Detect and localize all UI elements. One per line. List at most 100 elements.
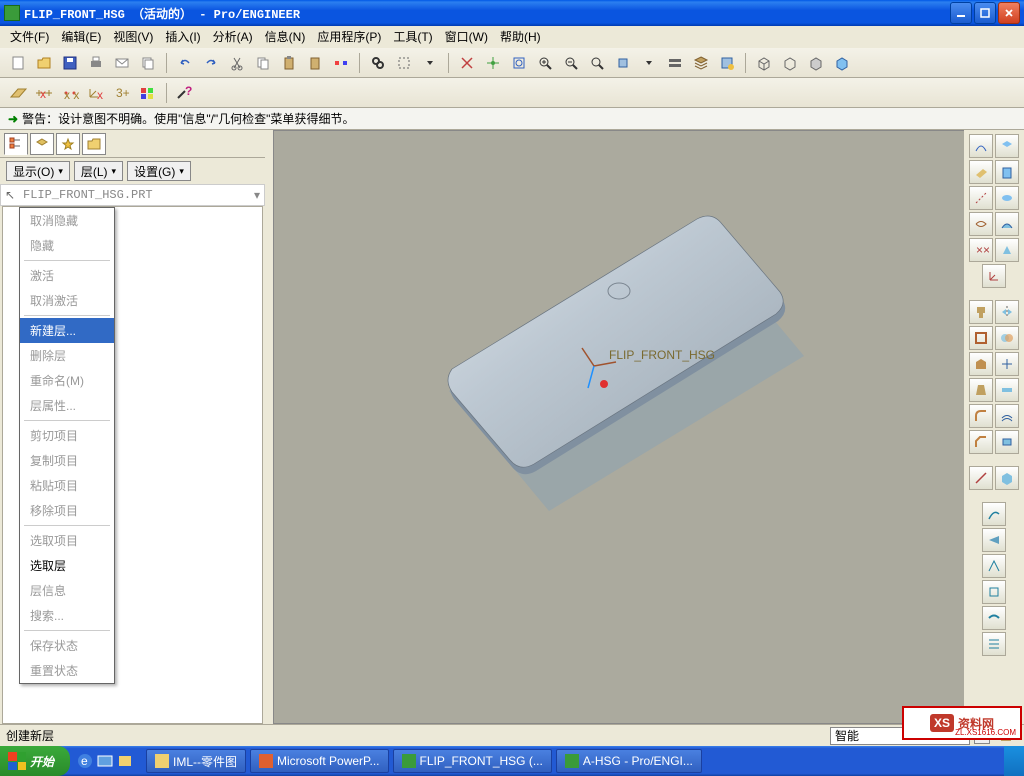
cm-select-item[interactable]: 选取项目 xyxy=(20,528,114,553)
cm-search[interactable]: 搜索... xyxy=(20,603,114,628)
rt-csys[interactable] xyxy=(982,264,1006,288)
print-button[interactable] xyxy=(84,51,108,75)
rt-axis[interactable] xyxy=(969,186,993,210)
rt-style3[interactable] xyxy=(982,554,1006,578)
layer-tree-area[interactable]: 取消隐藏 隐藏 激活 取消激活 新建层... 删除层 重命名(M) 层属性...… xyxy=(2,206,263,724)
cm-unhide[interactable]: 取消隐藏 xyxy=(20,208,114,233)
wireframe-button[interactable] xyxy=(752,51,776,75)
rt-blend[interactable] xyxy=(995,238,1019,262)
menu-window[interactable]: 窗口(W) xyxy=(439,26,494,47)
tab-model-tree[interactable] xyxy=(4,133,28,155)
refit-button[interactable] xyxy=(507,51,531,75)
redo-button[interactable] xyxy=(199,51,223,75)
rt-mirror[interactable] xyxy=(995,300,1019,324)
hidden-button[interactable] xyxy=(778,51,802,75)
layer-dropdown[interactable]: 层(L)▾ xyxy=(74,161,123,181)
cut-button[interactable] xyxy=(225,51,249,75)
annotation-button[interactable]: 3+ xyxy=(110,81,134,105)
email-button[interactable] xyxy=(110,51,134,75)
rt-thicken[interactable] xyxy=(995,430,1019,454)
menu-edit[interactable]: 编辑(E) xyxy=(55,26,107,47)
rt-round[interactable] xyxy=(969,404,993,428)
task-item-4[interactable]: A-HSG - Pro/ENGI... xyxy=(556,749,702,773)
rt-extrude[interactable] xyxy=(995,160,1019,184)
menu-insert[interactable]: 插入(I) xyxy=(159,26,206,47)
nohidden-button[interactable] xyxy=(804,51,828,75)
rt-trim[interactable] xyxy=(995,352,1019,376)
rt-rib[interactable] xyxy=(969,352,993,376)
datum-csys-button[interactable]: x xyxy=(84,81,108,105)
rt-point[interactable]: ×× xyxy=(969,238,993,262)
menu-app[interactable]: 应用程序(P) xyxy=(311,26,387,47)
cm-copy[interactable]: 复制项目 xyxy=(20,448,114,473)
tab-folder[interactable] xyxy=(82,133,106,155)
settings-dropdown[interactable]: 设置(G)▾ xyxy=(127,161,191,181)
rt-style1[interactable] xyxy=(982,502,1006,526)
regen-button[interactable] xyxy=(329,51,353,75)
menu-info[interactable]: 信息(N) xyxy=(259,26,312,47)
layers-button[interactable] xyxy=(689,51,713,75)
task-item-1[interactable]: IML--零件图 xyxy=(146,749,246,773)
task-item-2[interactable]: Microsoft PowerP... xyxy=(250,749,388,773)
rt-box1[interactable] xyxy=(995,134,1019,158)
undo-button[interactable] xyxy=(173,51,197,75)
menu-help[interactable]: 帮助(H) xyxy=(494,26,547,47)
rt-sketch[interactable] xyxy=(969,466,993,490)
zoom-in-button[interactable] xyxy=(533,51,557,75)
rt-chamfer[interactable] xyxy=(969,430,993,454)
rt-solidify[interactable] xyxy=(995,466,1019,490)
rt-revolve[interactable] xyxy=(995,186,1019,210)
shaded-button[interactable] xyxy=(830,51,854,75)
system-tray[interactable] xyxy=(1004,746,1024,776)
paste-button[interactable] xyxy=(277,51,301,75)
select-dropdown[interactable] xyxy=(418,51,442,75)
copy-button[interactable] xyxy=(136,51,160,75)
rt-style4[interactable] xyxy=(982,580,1006,604)
rt-curve2[interactable] xyxy=(969,212,993,236)
cm-paste[interactable]: 粘贴项目 xyxy=(20,473,114,498)
cm-select-layer[interactable]: 选取层 xyxy=(20,553,114,578)
help-button[interactable]: ? xyxy=(173,81,197,105)
repaint-button[interactable] xyxy=(585,51,609,75)
color-button[interactable] xyxy=(136,81,160,105)
ql-explorer-icon[interactable] xyxy=(116,752,134,770)
task-item-3[interactable]: FLIP_FRONT_HSG (... xyxy=(393,749,552,773)
tab-favorites[interactable] xyxy=(56,133,80,155)
rt-merge[interactable] xyxy=(995,326,1019,350)
rt-style5[interactable] xyxy=(982,606,1006,630)
rt-curve1[interactable] xyxy=(969,134,993,158)
cm-delete-layer[interactable]: 删除层 xyxy=(20,343,114,368)
cm-deactivate[interactable]: 取消激活 xyxy=(20,288,114,313)
cm-remove[interactable]: 移除项目 xyxy=(20,498,114,523)
spin-center-button[interactable] xyxy=(481,51,505,75)
find-button[interactable] xyxy=(366,51,390,75)
cm-rename[interactable]: 重命名(M) xyxy=(20,368,114,393)
rt-plane[interactable] xyxy=(969,160,993,184)
ql-desktop-icon[interactable] xyxy=(96,752,114,770)
view-dropdown[interactable] xyxy=(637,51,661,75)
datum-axis-button[interactable]: x xyxy=(32,81,56,105)
cm-activate[interactable]: 激活 xyxy=(20,263,114,288)
select-button[interactable] xyxy=(392,51,416,75)
start-button[interactable]: 开始 xyxy=(0,746,70,776)
new-button[interactable] xyxy=(6,51,30,75)
save-button[interactable] xyxy=(58,51,82,75)
cm-reset-state[interactable]: 重置状态 xyxy=(20,658,114,683)
rt-sweep[interactable] xyxy=(995,212,1019,236)
file-input[interactable] xyxy=(23,186,250,204)
ql-ie-icon[interactable]: e xyxy=(76,752,94,770)
rt-extend[interactable] xyxy=(995,378,1019,402)
cm-cut[interactable]: 剪切项目 xyxy=(20,423,114,448)
datum-point-button[interactable]: x x xyxy=(58,81,82,105)
maximize-button[interactable] xyxy=(974,2,996,24)
rt-style2[interactable] xyxy=(982,528,1006,552)
show-dropdown[interactable]: 显示(O)▾ xyxy=(6,161,70,181)
close-button[interactable] xyxy=(998,2,1020,24)
menu-file[interactable]: 文件(F) xyxy=(4,26,55,47)
show-csys-button[interactable] xyxy=(455,51,479,75)
rt-offset[interactable] xyxy=(995,404,1019,428)
zoom-out-button[interactable] xyxy=(559,51,583,75)
view-mgr-button[interactable] xyxy=(715,51,739,75)
cm-properties[interactable]: 层属性... xyxy=(20,393,114,418)
rt-draft[interactable] xyxy=(969,378,993,402)
